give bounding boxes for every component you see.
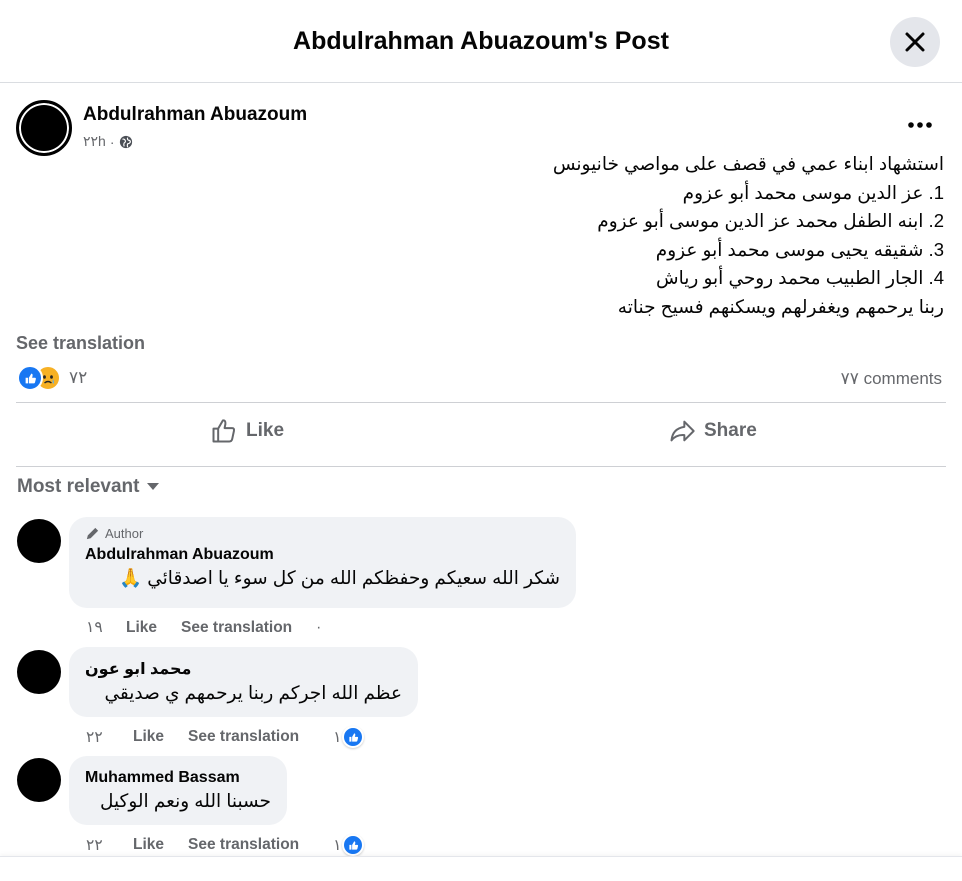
post-text: استشهاد ابناء عمي في قصف على مواصي خانيو… (44, 150, 944, 321)
comment-actions: ١٩ Like See translation · (86, 618, 321, 637)
divider (16, 466, 946, 467)
post-more-button[interactable] (900, 112, 940, 138)
comment-time[interactable]: ٢٢ (86, 836, 133, 855)
like-button[interactable]: Like (210, 414, 284, 448)
comment-like-count: ١ (333, 728, 342, 746)
post-line: 4. الجار الطبيب محمد روحي أبو رياش (656, 267, 944, 288)
comment-text: شكر الله سعيكم وحفظكم الله من كل سوء يا … (119, 567, 560, 588)
reactions-summary[interactable]: ٧٢ (17, 365, 87, 391)
close-button[interactable] (890, 17, 940, 67)
comment-see-translation[interactable]: See translation (188, 836, 299, 854)
post-author-avatar[interactable] (16, 100, 72, 156)
close-icon (905, 32, 925, 52)
comments-count[interactable]: ٧٧ comments (841, 369, 942, 389)
comment-text: عظم الله اجركم ربنا يرحمهم ي صديقي (104, 682, 402, 703)
comment-avatar[interactable] (17, 519, 61, 563)
like-reaction-icon (342, 726, 365, 748)
reaction-count: ٧٢ (69, 368, 88, 387)
comment-like-summary[interactable]: ١ (333, 834, 365, 856)
more-icon (908, 122, 932, 128)
comment-see-translation[interactable]: See translation (188, 728, 299, 746)
post-line: استشهاد ابناء عمي في قصف على مواصي خانيو… (552, 153, 944, 174)
share-icon (670, 420, 695, 442)
comment-text: حسبنا الله ونعم الوكيل (99, 790, 271, 811)
dialog-title: Abdulrahman Abuazoum's Post (293, 27, 669, 55)
comment-author[interactable]: Muhammed Bassam (85, 769, 271, 787)
meta-separator: · (109, 133, 115, 150)
post-meta: ٢٢h · (83, 133, 133, 150)
comment-like-button[interactable]: Like (133, 728, 164, 746)
dialog-header: Abdulrahman Abuazoum's Post (0, 0, 962, 83)
like-reaction-icon (17, 365, 43, 391)
comment-like-count: ١ (333, 836, 342, 854)
comment-author[interactable]: Abdulrahman Abuazoum (85, 546, 560, 564)
post-author-name[interactable]: Abdulrahman Abuazoum (83, 104, 307, 126)
pencil-icon (86, 527, 99, 540)
comment-actions: ٢٢ Like See translation ١ (86, 834, 365, 856)
share-button[interactable]: Share (668, 414, 757, 448)
post-time[interactable]: ٢٢h (83, 133, 106, 150)
comment-sort-dropdown[interactable]: Most relevant (17, 476, 160, 498)
comment-avatar[interactable] (17, 650, 61, 694)
comment-bubble: محمد ابو عون عظم الله اجركم ربنا يرحمهم … (69, 647, 418, 717)
comment-time[interactable]: ١٩ (86, 618, 126, 637)
dialog-footer (0, 856, 962, 881)
post-line: 3. شقيقه يحيى موسى محمد أبو عزوم (655, 238, 944, 260)
comment-author[interactable]: محمد ابو عون (85, 659, 402, 679)
comment-bubble: Muhammed Bassam حسبنا الله ونعم الوكيل (69, 756, 287, 825)
like-label: Like (246, 420, 285, 441)
thumbs-up-icon (212, 419, 236, 443)
author-badge: Author (85, 526, 560, 541)
author-badge-label: Author (105, 526, 144, 541)
see-translation-link[interactable]: See translation (16, 333, 145, 354)
comment-like-button[interactable]: Like (133, 836, 164, 854)
comment-like-summary[interactable]: ١ (333, 726, 365, 748)
comment-avatar[interactable] (17, 758, 61, 802)
post-line: 2. ابنه الطفل محمد عز الدين موسى أبو عزو… (597, 210, 944, 231)
globe-icon (119, 135, 132, 148)
like-reaction-icon (342, 834, 365, 856)
caret-down-icon (147, 483, 160, 490)
divider (16, 402, 946, 403)
sort-label: Most relevant (17, 476, 140, 497)
post-line: 1. عز الدين موسى محمد أبو عزوم (682, 181, 944, 203)
comment-actions: ٢٢ Like See translation ١ (86, 726, 365, 748)
comment-time[interactable]: ٢٢ (86, 728, 133, 747)
comment-see-translation[interactable]: See translation (181, 619, 292, 637)
action-separator: · (316, 618, 322, 636)
comment-like-button[interactable]: Like (126, 619, 157, 637)
post-line: ربنا يرحمهم ويغفرلهم ويسكنهم فسيح جناته (617, 295, 944, 317)
share-label: Share (704, 420, 757, 441)
comment-bubble: Author Abdulrahman Abuazoum شكر الله سعي… (69, 517, 576, 608)
